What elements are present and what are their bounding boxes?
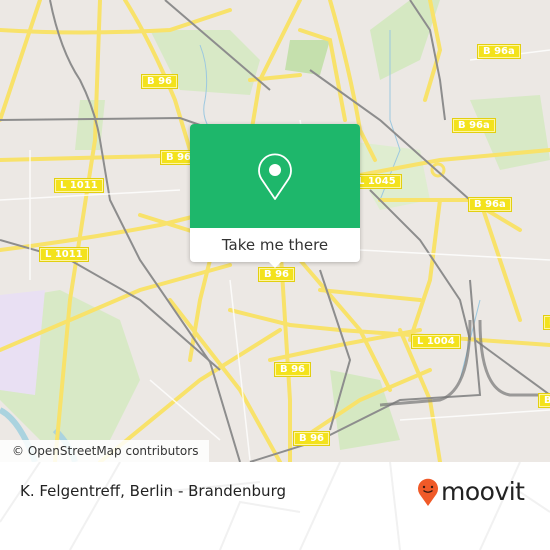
popup-pointer — [267, 260, 283, 268]
road-label: L 1011 — [54, 178, 104, 193]
moovit-pin-icon — [418, 478, 438, 506]
road-label: B 96 — [258, 267, 296, 282]
road-label: B 96a — [477, 44, 521, 59]
map[interactable]: B 96 B 96a B 96a B 96 L 1045 B 96a L 101… — [0, 0, 550, 462]
moovit-logo[interactable]: moovit — [417, 477, 525, 507]
road-label: L 1011 — [39, 247, 89, 262]
road-label: B 96 — [141, 74, 179, 89]
road-label: B 96 — [293, 431, 331, 446]
road-label: B 96a — [452, 118, 496, 133]
take-me-there-button[interactable]: Take me there — [190, 228, 360, 262]
footer: K. Felgentreff, Berlin - Brandenburg moo… — [0, 462, 550, 550]
take-me-there-popup[interactable]: Take me there — [190, 124, 360, 268]
place-name: K. Felgentreff, Berlin - Brandenburg — [20, 482, 286, 500]
map-pin-icon — [258, 153, 292, 200]
road-label: B 96 — [274, 362, 312, 377]
road-label: L — [543, 315, 550, 330]
popup-header[interactable] — [190, 124, 360, 228]
road-label: B — [538, 393, 550, 408]
road-label: L 1004 — [411, 334, 461, 349]
road-label: B 96a — [468, 197, 512, 212]
moovit-wordmark: moovit — [441, 477, 525, 506]
map-attribution[interactable]: © OpenStreetMap contributors — [0, 440, 210, 462]
